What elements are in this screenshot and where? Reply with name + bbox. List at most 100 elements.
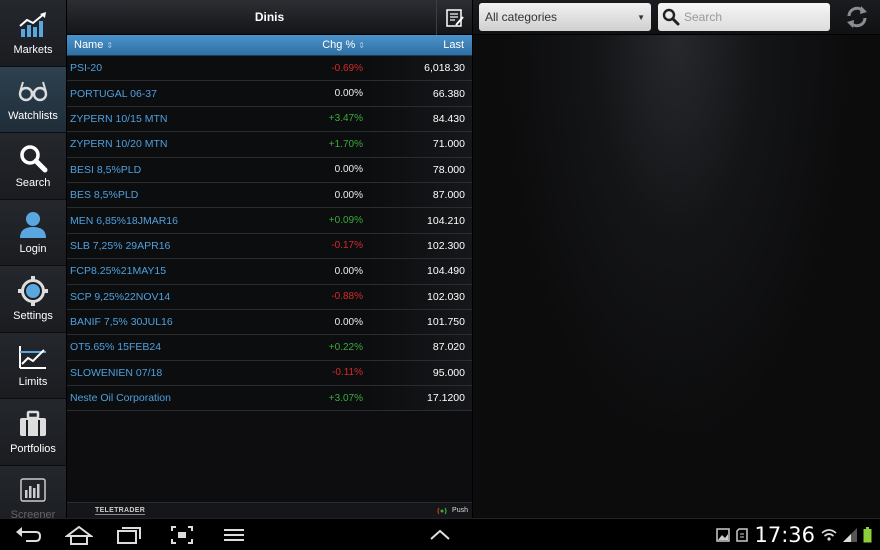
sidebar-item-label: Login [19, 243, 47, 256]
last-price: 17.1200 [367, 386, 472, 411]
change-percent: -0.17% [331, 240, 363, 252]
sd-card-icon [736, 528, 749, 542]
sidebar-item-markets[interactable]: Markets [0, 0, 66, 67]
clock: 17:36 [754, 523, 815, 547]
last-price: 87.000 [367, 182, 472, 208]
sort-name-header[interactable]: Name ⇕ [67, 39, 272, 51]
recent-apps-icon [117, 526, 141, 544]
chart-up-icon [18, 10, 48, 40]
search-icon [662, 8, 680, 26]
instrument-name: FCP8.25%21MAY15 [70, 265, 167, 278]
sidebar-item-label: Markets [13, 43, 53, 56]
push-indicator: Push [435, 506, 468, 516]
last-price: 104.490 [367, 259, 472, 284]
instrument-name: BES 8,5%PLD [70, 189, 139, 202]
chevron-up-icon [430, 529, 450, 540]
teletrader-logo: TELETRADER [95, 506, 146, 515]
change-percent: +3.47% [328, 113, 363, 125]
table-row[interactable]: BES 8,5%PLD 0.00% 87.000 [67, 182, 472, 209]
search-field[interactable] [658, 3, 830, 31]
change-percent: -0.88% [331, 291, 363, 303]
change-percent: -0.69% [331, 62, 363, 74]
sort-icon: ⇕ [358, 41, 365, 50]
system-navigation-bar: 17:36 [0, 518, 880, 550]
detail-area: All categories ▼ [473, 0, 880, 518]
search-input[interactable] [684, 10, 824, 24]
menu-button[interactable] [209, 519, 259, 550]
change-percent: 0.00% [334, 265, 363, 277]
change-percent: +0.09% [328, 215, 363, 227]
sort-chg-header[interactable]: Chg % ⇕ [272, 39, 367, 51]
sidebar-item-label: Search [15, 176, 51, 189]
table-row[interactable]: BESI 8,5%PLD 0.00% 78.000 [67, 157, 472, 183]
wifi-icon [821, 529, 837, 541]
change-percent: 0.00% [334, 189, 363, 201]
table-row[interactable]: SLB 7,25% 29APR16 -0.17% 102.300 [67, 233, 472, 260]
home-button[interactable] [54, 519, 104, 550]
last-price: 66.380 [367, 81, 472, 106]
instrument-name: SLOWENIEN 07/18 [70, 366, 163, 379]
change-percent: +0.22% [328, 341, 363, 353]
table-row[interactable]: MEN 6,85%18JMAR16 +0.09% 104.210 [67, 208, 472, 234]
change-percent: -0.11% [332, 367, 363, 379]
gallery-notification-icon [716, 528, 731, 542]
recent-apps-button[interactable] [104, 519, 154, 550]
instrument-name: MEN 6,85%18JMAR16 [70, 214, 178, 227]
last-price: 87.020 [367, 335, 472, 360]
instrument-name: PORTUGAL 06-37 [70, 87, 157, 100]
table-row[interactable]: OT5.65% 15FEB24 +0.22% 87.020 [67, 335, 472, 361]
table-row[interactable]: PORTUGAL 06-37 0.00% 66.380 [67, 81, 472, 107]
sidebar-item-search[interactable]: Search [0, 133, 66, 200]
sidebar-item-label: Screener [10, 509, 56, 518]
push-signal-icon [437, 507, 447, 514]
user-icon [18, 209, 48, 239]
caret-down-icon: ▼ [637, 12, 645, 22]
last-header: Last [443, 39, 464, 51]
screenshot-button[interactable] [154, 519, 209, 550]
table-row[interactable]: Neste Oil Corporation +3.07% 17.1200 [67, 386, 472, 412]
last-price: 95.000 [367, 360, 472, 386]
sidebar-item-settings[interactable]: Settings [0, 266, 66, 333]
instrument-name: OT5.65% 15FEB24 [70, 341, 162, 354]
watchlist-header: Dinis [67, 0, 472, 35]
table-row[interactable]: FCP8.25%21MAY15 0.00% 104.490 [67, 259, 472, 285]
last-price: 84.430 [367, 106, 472, 132]
back-button[interactable] [4, 519, 54, 550]
instrument-name: ZYPERN 10/15 MTN [70, 112, 168, 125]
sidebar-item-portfolios[interactable]: Portfolios [0, 399, 66, 466]
edit-watchlist-button[interactable] [436, 0, 472, 35]
change-percent: 0.00% [334, 164, 363, 176]
home-icon [65, 525, 93, 545]
table-row[interactable]: SLOWENIEN 07/18 -0.11% 95.000 [67, 360, 472, 387]
gear-icon [18, 275, 48, 306]
sort-icon: ⇕ [106, 41, 114, 50]
screenshot-icon [170, 525, 193, 544]
category-dropdown[interactable]: All categories ▼ [479, 3, 651, 31]
sidebar-item-label: Settings [13, 309, 53, 322]
instrument-name: Neste Oil Corporation [70, 392, 171, 405]
last-price: 102.300 [367, 233, 472, 259]
table-row[interactable]: ZYPERN 10/20 MTN +1.70% 71.000 [67, 132, 472, 158]
table-row[interactable]: BANIF 7,5% 30JUL16 0.00% 101.750 [67, 309, 472, 336]
sidebar-item-label: Portfolios [10, 442, 56, 455]
magnifier-icon [18, 143, 48, 173]
table-row[interactable]: PSI-20 -0.69% 6,018.30 [67, 56, 472, 82]
last-price: 102.030 [367, 284, 472, 309]
column-header: Name ⇕ Chg % ⇕ Last [67, 35, 472, 56]
refresh-button[interactable] [842, 2, 872, 32]
change-percent: +3.07% [328, 392, 363, 404]
last-price: 104.210 [367, 208, 472, 233]
last-price: 101.750 [367, 309, 472, 335]
sidebar-item-screener[interactable]: Screener [0, 465, 66, 518]
sidebar-item-limits[interactable]: Limits [0, 332, 66, 399]
sidebar-item-label: Watchlists [8, 110, 58, 123]
bar-chart-icon [18, 475, 48, 505]
table-row[interactable]: ZYPERN 10/15 MTN +3.47% 84.430 [67, 106, 472, 133]
instrument-name: BESI 8,5%PLD [70, 163, 142, 176]
watchlist-title: Dinis [254, 10, 285, 24]
instrument-name: PSI-20 [70, 62, 103, 75]
sidebar-item-login[interactable]: Login [0, 199, 66, 266]
expand-button[interactable] [425, 519, 455, 550]
table-row[interactable]: SCP 9,25%22NOV14 -0.88% 102.030 [67, 284, 472, 310]
sidebar-item-watchlists[interactable]: Watchlists [0, 66, 66, 133]
